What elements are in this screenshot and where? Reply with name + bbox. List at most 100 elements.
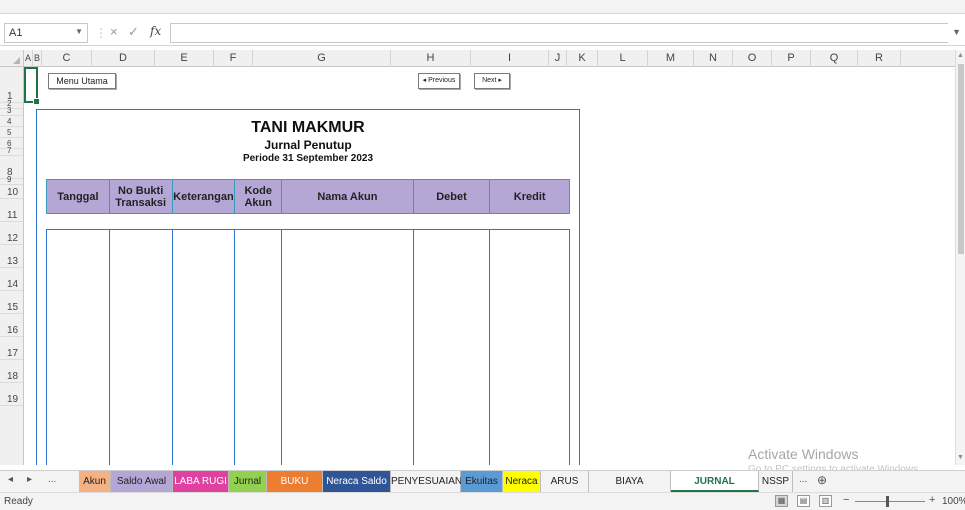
select-all-corner[interactable] <box>0 50 24 67</box>
zoom-level[interactable]: 100% <box>942 496 965 507</box>
row-header-5[interactable]: 5 <box>0 127 23 138</box>
row-header-13[interactable]: 13 <box>0 245 23 268</box>
menu-utama-button[interactable]: Menu Utama <box>48 73 116 89</box>
column-header-k[interactable]: K <box>567 50 598 67</box>
row-header-14[interactable]: 14 <box>0 268 23 291</box>
column-header-q[interactable]: Q <box>811 50 858 67</box>
name-box[interactable]: A1 ▼ <box>4 23 88 43</box>
column-tanggal[interactable] <box>47 230 110 465</box>
header-debet: Debet <box>414 180 491 213</box>
scroll-down-icon[interactable]: ▼ <box>957 454 964 461</box>
header-keterangan: Keterangan <box>173 180 236 213</box>
normal-view-icon[interactable]: ▦ <box>775 495 788 507</box>
column-header-l[interactable]: L <box>598 50 648 67</box>
column-header-b[interactable]: B <box>33 50 42 67</box>
row-header-18[interactable]: 18 <box>0 360 23 383</box>
zoom-out-icon[interactable]: − <box>843 494 849 506</box>
sheet-tab-bar: ◂ ▸ ... Akun Saldo Awal LABA RUGI Jurnal BUK… <box>0 470 965 508</box>
header-tanggal: Tanggal <box>47 180 110 213</box>
sheet-tab-saldo-awal[interactable]: Saldo Awal <box>111 471 173 492</box>
sheet-tab-arus-kas[interactable]: ARUS KAS <box>541 471 589 508</box>
column-header-f[interactable]: F <box>214 50 253 67</box>
sheet-tab-penyesuaian[interactable]: PENYESUAIAN <box>391 471 462 492</box>
row-header-16[interactable]: 16 <box>0 314 23 337</box>
sheet-tab-neraca[interactable]: Neraca <box>503 471 541 492</box>
column-header-n[interactable]: N <box>694 50 733 67</box>
row-header-15[interactable]: 15 <box>0 291 23 314</box>
tab-scroll-left-icon[interactable]: ◂ <box>8 474 13 485</box>
column-header-g[interactable]: G <box>253 50 391 67</box>
chevron-down-icon[interactable]: ▼ <box>75 27 83 36</box>
row-header-6[interactable]: 6 <box>0 138 23 149</box>
next-button[interactable]: Next ▸ <box>474 73 510 89</box>
sheet-tab-laba-rugi[interactable]: LABA RUGI <box>173 471 229 492</box>
column-header-j[interactable]: J <box>549 50 567 67</box>
activate-windows-title: Activate Windows <box>748 446 859 462</box>
formula-input[interactable] <box>170 23 948 43</box>
report-frame: TANI MAKMUR Jurnal Penutup Periode 31 Se… <box>36 109 580 465</box>
row-header-19[interactable]: 19 <box>0 383 23 406</box>
sheet-tab-nssp[interactable]: NSSP <box>759 471 793 492</box>
row-header-4[interactable]: 4 <box>0 116 23 127</box>
add-sheet-icon[interactable]: ⊕ <box>817 473 827 487</box>
tab-more-right[interactable]: ... <box>799 474 807 485</box>
name-box-value: A1 <box>9 27 23 39</box>
column-header-e[interactable]: E <box>155 50 214 67</box>
row-header-12[interactable]: 12 <box>0 222 23 245</box>
selected-cell[interactable] <box>24 67 40 105</box>
sheet-tab-jurnal[interactable]: Jurnal <box>229 471 267 492</box>
sheet-grid[interactable]: Menu Utama ◂ Previous Next ▸ TANI MAKMUR… <box>24 67 955 465</box>
zoom-slider-thumb[interactable] <box>886 496 889 507</box>
report-company: TANI MAKMUR <box>251 119 365 136</box>
column-debet[interactable] <box>414 230 491 465</box>
column-header-c[interactable]: C <box>42 50 92 67</box>
row-header-1[interactable]: 1 <box>0 67 23 103</box>
tab-scroll-right-icon[interactable]: ▸ <box>27 474 32 485</box>
page-break-view-icon[interactable]: ▥ <box>819 495 832 507</box>
previous-button[interactable]: ◂ Previous <box>418 73 460 89</box>
status-ready: Ready <box>4 496 33 507</box>
ribbon-strip <box>0 0 965 14</box>
row-header-3[interactable]: 3 <box>0 107 23 116</box>
column-nama-akun[interactable] <box>282 230 414 465</box>
column-keterangan[interactable] <box>173 230 236 465</box>
enter-icon[interactable]: ✓ <box>128 24 139 40</box>
insert-function-icon[interactable]: fx <box>150 24 161 38</box>
column-header-r[interactable]: R <box>858 50 901 67</box>
column-header-m[interactable]: M <box>648 50 694 67</box>
row-header-7[interactable]: 7 <box>0 147 23 156</box>
column-header-o[interactable]: O <box>733 50 772 67</box>
sheet-tab-biaya-produksi[interactable]: BIAYA PRODUKSI <box>589 471 671 508</box>
row-header-11[interactable]: 11 <box>0 199 23 222</box>
row-header-10[interactable]: 10 <box>0 185 23 199</box>
column-header-h[interactable]: H <box>391 50 471 67</box>
cancel-icon[interactable]: × <box>110 24 118 39</box>
column-header-i[interactable]: I <box>471 50 549 67</box>
column-header-d[interactable]: D <box>92 50 155 67</box>
column-kredit[interactable] <box>490 230 569 465</box>
zoom-in-icon[interactable]: + <box>929 494 935 506</box>
row-header-8[interactable]: 8 <box>0 156 23 179</box>
column-header-p[interactable]: P <box>772 50 811 67</box>
vertical-scrollbar[interactable]: ▲ ▼ <box>955 50 965 465</box>
scroll-up-icon[interactable]: ▲ <box>957 52 964 59</box>
table-body[interactable] <box>46 229 570 465</box>
sheet-tab-jurnal-penutup[interactable]: JURNAL PENUTUP <box>671 471 759 508</box>
column-no-bukti[interactable] <box>110 230 173 465</box>
page-layout-view-icon[interactable]: ▤ <box>797 495 810 507</box>
row-header-17[interactable]: 17 <box>0 337 23 360</box>
report-period: Periode 31 September 2023 <box>242 153 374 164</box>
scrollbar-thumb[interactable] <box>958 64 964 254</box>
zoom-slider-track[interactable] <box>855 501 925 502</box>
column-kode-akun[interactable] <box>235 230 283 465</box>
expand-formula-bar-icon[interactable]: ▼ <box>952 27 961 37</box>
sheet-tab-neraca-saldo[interactable]: Neraca Saldo <box>323 471 391 492</box>
sheet-tab-ekuitas[interactable]: Ekuitas <box>461 471 503 492</box>
column-header-a[interactable]: A <box>24 50 33 67</box>
tab-more-left[interactable]: ... <box>48 474 56 485</box>
table-header: Tanggal No Bukti Transaksi Keterangan Ko… <box>46 179 570 214</box>
sheet-tab-buku-besar[interactable]: BUKU BESAR <box>267 471 323 508</box>
column-headers: ABCDEFGHIJKLMNOPQR <box>0 50 955 67</box>
sheet-tab-akun[interactable]: Akun <box>79 471 111 492</box>
formula-bar-separator: ⋮ <box>95 26 107 40</box>
